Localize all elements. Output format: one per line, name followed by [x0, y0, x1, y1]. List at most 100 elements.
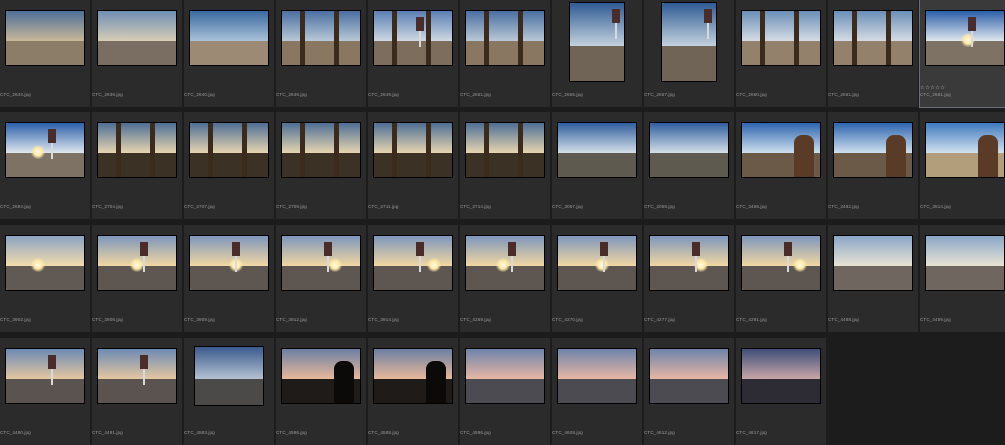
- thumbnail-cell[interactable]: CTC_2684.jpg: [0, 112, 90, 219]
- thumbnail-cell[interactable]: CTC_2646.jpg: [276, 0, 366, 107]
- thumbnail-image[interactable]: [97, 122, 177, 178]
- thumbnail-image[interactable]: [925, 10, 1005, 66]
- thumbnail-filename: CTC_3468.jpg: [736, 204, 767, 209]
- thumbnail-cell[interactable]: CTC_2711.jpg: [368, 112, 458, 219]
- thumbnail-image[interactable]: [5, 348, 85, 404]
- thumbnail-image[interactable]: [194, 346, 264, 406]
- photo-sun: [793, 258, 807, 272]
- thumbnail-cell[interactable]: CTC_3906.jpg: [92, 225, 182, 332]
- thumbnail-cell[interactable]: CTC_4612.jpg: [644, 338, 734, 445]
- thumbnail-cell[interactable]: CTC_2651.jpg: [460, 0, 550, 107]
- thumbnail-image[interactable]: [741, 348, 821, 404]
- photo-sky: [6, 11, 84, 41]
- thumbnail-image[interactable]: [373, 348, 453, 404]
- thumbnail-image[interactable]: [281, 122, 361, 178]
- thumbnail-cell[interactable]: CTC_4488.jpg: [828, 225, 918, 332]
- photo-ground: [558, 152, 636, 177]
- thumbnail-image[interactable]: [189, 235, 269, 291]
- thumbnail-image[interactable]: [97, 348, 177, 404]
- thumbnail-image[interactable]: [281, 348, 361, 404]
- thumbnail-image[interactable]: [189, 122, 269, 178]
- thumbnail-image[interactable]: [557, 122, 637, 178]
- thumbnail-cell[interactable]: CTC_4269.jpg: [460, 225, 550, 332]
- thumbnail-image[interactable]: [833, 235, 913, 291]
- photo-ground: [282, 152, 360, 177]
- thumbnail-cell[interactable]: CTC_2704.jpg: [92, 112, 182, 219]
- thumbnail-cell[interactable]: ☆☆☆☆☆ CTC_2681.jpg: [919, 0, 1005, 108]
- thumbnail-cell[interactable]: CTC_4586.jpg: [276, 338, 366, 445]
- thumbnail-cell[interactable]: CTC_4608.jpg: [552, 338, 642, 445]
- thumbnail-cell[interactable]: CTC_4583.jpg: [184, 338, 274, 445]
- thumbnail-cell[interactable]: CTC_3468.jpg: [736, 112, 826, 219]
- thumbnail-image[interactable]: [649, 348, 729, 404]
- thumbnail-cell[interactable]: CTC_3912.jpg: [276, 225, 366, 332]
- thumbnail-cell[interactable]: CTC_4281.jpg: [736, 225, 826, 332]
- thumbnail-cell[interactable]: CTC_4490.jpg: [0, 338, 90, 445]
- photo-ground: [282, 40, 360, 65]
- thumbnail-image[interactable]: [649, 122, 729, 178]
- thumbnail-cell[interactable]: CTC_2655.jpg: [552, 0, 642, 107]
- thumbnail-filename: CTC_2651.jpg: [460, 92, 491, 97]
- thumbnail-cell[interactable]: CTC_2649.jpg: [368, 0, 458, 107]
- thumbnail-cell[interactable]: CTC_4491.jpg: [92, 338, 182, 445]
- thumbnail-image[interactable]: [465, 122, 545, 178]
- thumbnail-image[interactable]: [97, 10, 177, 66]
- thumbnail-cell[interactable]: CTC_2707.jpg: [184, 112, 274, 219]
- thumbnail-image[interactable]: [465, 235, 545, 291]
- thumbnail-cell[interactable]: CTC_2636.jpg: [92, 0, 182, 107]
- thumbnail-image[interactable]: [833, 122, 913, 178]
- thumbnail-cell[interactable]: CTC_4277.jpg: [644, 225, 734, 332]
- thumbnail-image[interactable]: [5, 235, 85, 291]
- thumbnail-cell[interactable]: CTC_2657.jpg: [644, 0, 734, 107]
- thumbnail-image[interactable]: [569, 2, 625, 82]
- thumbnail-filename: CTC_2714.jpg: [460, 204, 491, 209]
- thumbnail-image[interactable]: [5, 10, 85, 66]
- thumbnail-cell[interactable]: CTC_3057.jpg: [552, 112, 642, 219]
- thumbnail-image[interactable]: [189, 10, 269, 66]
- thumbnail-cell[interactable]: CTC_2660.jpg: [736, 0, 826, 107]
- thumbnail-image[interactable]: [661, 2, 717, 82]
- thumbnail-image[interactable]: [741, 235, 821, 291]
- thumbnail-cell[interactable]: CTC_4588.jpg: [368, 338, 458, 445]
- thumbnail-image[interactable]: [97, 235, 177, 291]
- thumbnail-image[interactable]: [281, 10, 361, 66]
- photo-ground: [466, 152, 544, 177]
- window-frame: [392, 11, 397, 65]
- thumbnail-cell[interactable]: CTC_4489.jpg: [920, 225, 1005, 332]
- thumbnail-cell[interactable]: CTC_2634.jpg: [0, 0, 90, 107]
- thumbnail-cell[interactable]: CTC_3514.jpg: [920, 112, 1005, 219]
- thumbnail-cell[interactable]: CTC_4270.jpg: [552, 225, 642, 332]
- person-figure: [334, 361, 354, 403]
- thumbnail-image[interactable]: [281, 235, 361, 291]
- thumbnail-image[interactable]: [925, 122, 1005, 178]
- thumbnail-image[interactable]: [5, 122, 85, 178]
- photo-ground: [6, 152, 84, 177]
- window-frame: [760, 11, 765, 65]
- thumbnail-cell[interactable]: CTC_2709.jpg: [276, 112, 366, 219]
- thumbnail-image[interactable]: [373, 235, 453, 291]
- thumbnail-cell[interactable]: CTC_2640.jpg: [184, 0, 274, 107]
- thumbnail-image[interactable]: [833, 10, 913, 66]
- thumbnail-image[interactable]: [465, 348, 545, 404]
- star-rating[interactable]: ☆☆☆☆☆: [920, 85, 945, 91]
- thumbnail-image[interactable]: [741, 122, 821, 178]
- photo-ground: [6, 378, 84, 403]
- thumbnail-image[interactable]: [557, 348, 637, 404]
- thumbnail-image[interactable]: [465, 10, 545, 66]
- thumbnail-image[interactable]: [557, 235, 637, 291]
- thumbnail-cell[interactable]: CTC_3902.jpg: [0, 225, 90, 332]
- thumbnail-image[interactable]: [925, 235, 1005, 291]
- thumbnail-image[interactable]: [649, 235, 729, 291]
- sign-pole: [419, 31, 421, 47]
- thumbnail-cell[interactable]: CTC_3914.jpg: [368, 225, 458, 332]
- thumbnail-cell[interactable]: CTC_3482.jpg: [828, 112, 918, 219]
- thumbnail-cell[interactable]: CTC_4617.jpg: [736, 338, 826, 445]
- thumbnail-cell[interactable]: CTC_3909.jpg: [184, 225, 274, 332]
- thumbnail-cell[interactable]: CTC_4596.jpg: [460, 338, 550, 445]
- thumbnail-cell[interactable]: CTC_3058.jpg: [644, 112, 734, 219]
- thumbnail-cell[interactable]: CTC_2661.jpg: [828, 0, 918, 107]
- thumbnail-image[interactable]: [741, 10, 821, 66]
- thumbnail-cell[interactable]: CTC_2714.jpg: [460, 112, 550, 219]
- thumbnail-image[interactable]: [373, 10, 453, 66]
- thumbnail-image[interactable]: [373, 122, 453, 178]
